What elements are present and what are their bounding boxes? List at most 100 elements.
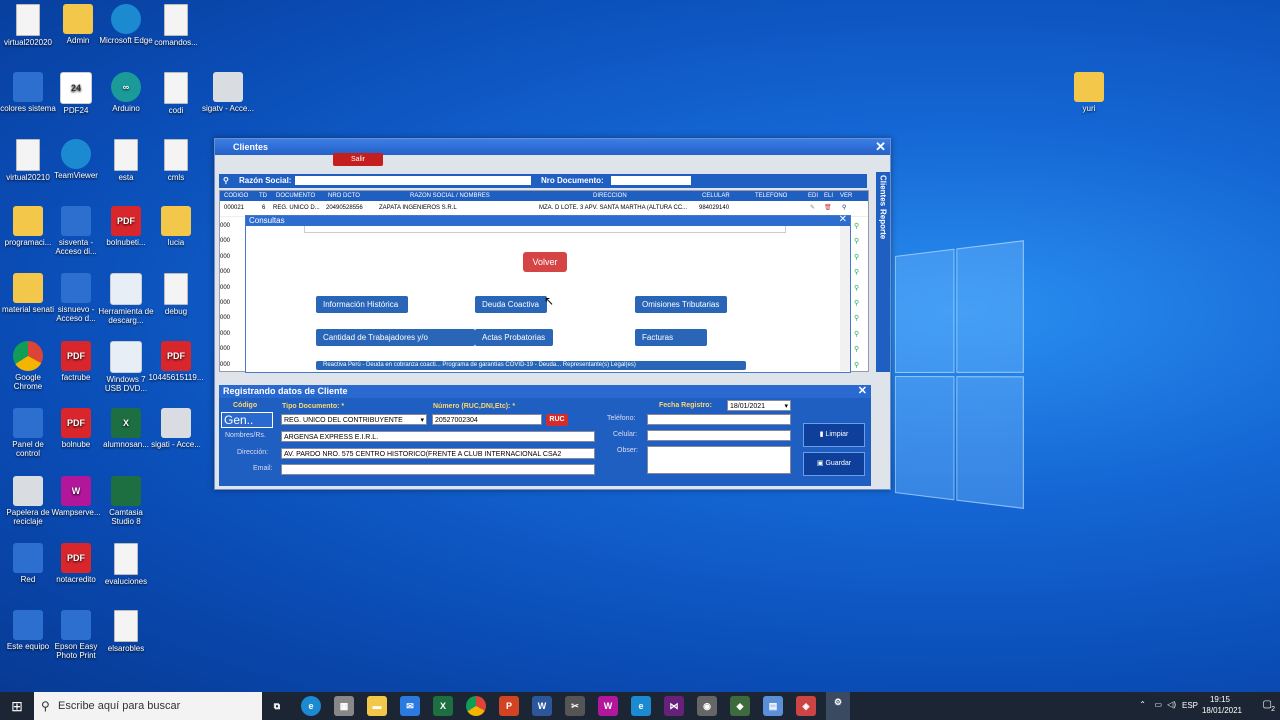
chevron-up-icon[interactable]: ⌃ [1139,700,1146,709]
nombres-input[interactable]: ARGENSA EXPRESS E.I.R.L. [281,431,595,442]
desktop-icon-label: debug [164,307,188,316]
email-input[interactable] [281,464,595,475]
desktop-icon[interactable]: W Wampserve... [48,476,104,517]
excel-icon[interactable]: X [433,696,453,716]
desktop-icon[interactable]: lucia [148,206,204,247]
desktop-icon[interactable]: evaluciones [98,543,154,586]
col-documento: DOCUMENTO [276,193,316,199]
desktop-icon[interactable]: Herramienta de descarg... [98,273,154,325]
desktop-icon[interactable]: PDF 10445615119... [148,341,204,382]
nro-documento-input[interactable] [611,176,691,185]
clock-date[interactable]: 18/01/2021 [1200,706,1244,715]
desktop-icon[interactable]: yuri [1061,72,1117,113]
deuda-coactiva-button[interactable]: Deuda Coactiva [475,296,547,313]
language-indicator[interactable]: ESP [1182,701,1198,710]
desktop-icon[interactable]: ∞ Arduino [98,72,154,113]
telefono-input[interactable] [647,414,791,425]
desktop-icon[interactable]: elsarobles [98,610,154,653]
installer-icon [110,341,142,373]
informacion-historica-button[interactable]: Información Histórica [316,296,408,313]
view-icon-column[interactable]: ⚲ ⚲ ⚲ ⚲ ⚲ ⚲ ⚲ ⚲ ⚲ ⚲ [854,219,864,371]
desktop-icon[interactable]: cmls [148,139,204,182]
pdf-icon: PDF [161,341,191,371]
word-icon[interactable]: W [532,696,552,716]
desktop-icon[interactable]: Camtasia Studio 8 [98,476,154,526]
desktop-icon[interactable]: PDF bolnube [48,408,104,449]
desktop-icon[interactable]: codi [148,72,204,115]
store-icon[interactable]: ▦ [334,696,354,716]
salir-button[interactable]: Salir [333,153,383,166]
razon-social-input[interactable] [295,176,531,185]
desktop-icon[interactable]: sisventa - Acceso di... [48,206,104,256]
guardar-button[interactable]: ▣ Guardar [803,452,865,476]
tab-reporte[interactable]: Reporte [879,209,888,239]
direccion-input[interactable]: AV. PARDO NRO. 575 CENTRO HISTORICO(FREN… [281,448,595,459]
desktop-icon[interactable]: Epson Easy Photo Print [48,610,104,660]
chrome-icon[interactable] [466,696,486,716]
desktop-icon[interactable]: PDF factrube [48,341,104,382]
start-button[interactable]: ⊞ [0,692,34,720]
desktop-icon[interactable]: PDF bolnubeti... [98,206,154,247]
app-icon-3[interactable]: ◈ [796,696,816,716]
search-icon: ⚲ [41,699,50,713]
folder-icon[interactable]: ▬ [367,696,387,716]
camtasia-icon[interactable]: ◆ [730,696,750,716]
mail-icon[interactable]: ✉ [400,696,420,716]
desktop-icon-label: bolnubeti... [106,238,146,247]
volver-button[interactable]: Volver [523,252,567,272]
delete-icon[interactable]: 🗑 [824,201,832,216]
facturas-fisicas-button[interactable]: Facturas Fisicas [635,329,707,359]
scrollbar[interactable] [840,226,850,371]
reactiva-peru-button[interactable]: Reactiva Perú - Deuda en cobranza coacti… [316,361,746,370]
desktop-icon[interactable]: sigati - Acce... [148,408,204,449]
omisiones-tributarias-button[interactable]: Omisiones Tributarias [635,296,727,313]
close-icon[interactable]: ✕ [858,385,867,398]
wamp-icon[interactable]: W [598,696,618,716]
observaciones-textarea[interactable] [647,446,791,474]
visual-studio-icon[interactable]: ⋈ [664,696,684,716]
desktop-icon[interactable]: comandos... [148,4,204,47]
tab-clientes[interactable]: Clientes [879,175,888,206]
close-icon[interactable]: ✕ [875,139,886,155]
desktop-icon[interactable]: debug [148,273,204,316]
taskbar-search[interactable]: ⚲ Escribe aquí para buscar [34,692,262,720]
desktop-icon-label: notacredito [56,575,96,584]
ruc-button[interactable]: RUC [546,414,568,426]
sigatv-active-icon[interactable]: ⚙ [826,692,850,720]
numero-input[interactable]: 20527002304 [432,414,542,425]
desktop-icon[interactable]: 24 PDF24 [48,72,104,115]
clientes-titlebar: Clientes ✕ [215,139,890,155]
desktop-icon[interactable]: sisnuevo - Acceso d... [48,273,104,323]
app-icon[interactable]: ◉ [697,696,717,716]
close-icon[interactable]: ✕ [839,215,847,225]
desktop-icon-label: PDF24 [63,106,89,115]
edge-icon[interactable]: e [301,696,321,716]
desktop-icon[interactable]: PDF notacredito [48,543,104,584]
desktop-icon[interactable]: esta [98,139,154,182]
desktop-icon[interactable]: Windows 7 USB DVD... [98,341,154,393]
task-view-icon[interactable]: ⧉ [267,696,287,716]
powerpoint-icon[interactable]: P [499,696,519,716]
desktop-icon[interactable]: Xalumnosan... [98,408,154,449]
celular-input[interactable] [647,430,791,441]
clock-time[interactable]: 19:15 [1202,695,1238,704]
text-file-icon [114,139,138,171]
desktop-icon[interactable]: TeamViewer [48,139,104,180]
desktop-icon[interactable]: virtual202020 [0,4,56,47]
app-icon-2[interactable]: ▤ [763,696,783,716]
desktop-icon[interactable]: sigatv - Acce... [200,72,256,113]
tool-icon[interactable]: ✂ [565,696,585,716]
tipo-documento-select[interactable]: REG. UNICO DEL CONTRIBUYENTE ▾ [281,414,427,425]
fecha-registro-input[interactable]: 18/01/2021 ▾ [727,400,791,411]
col-eli: ELI [824,193,834,199]
volume-icon[interactable]: ◁) [1167,700,1176,709]
row-code: 000 [220,330,231,337]
actas-probatorias-button[interactable]: Actas Probatorias [475,329,553,346]
limpiar-button[interactable]: ▮ Limpiar [803,423,865,447]
sync-icon [61,206,91,236]
edit-icon[interactable]: ✎ [810,201,815,216]
desktop-icon[interactable]: Microsoft Edge [98,4,154,45]
cantidad-trabajadores-button[interactable]: Cantidad de Trabajadores y/o Prestadores [316,329,475,359]
edge-legacy-icon[interactable]: e [631,696,651,716]
network-icon[interactable]: ▭ [1154,700,1162,709]
